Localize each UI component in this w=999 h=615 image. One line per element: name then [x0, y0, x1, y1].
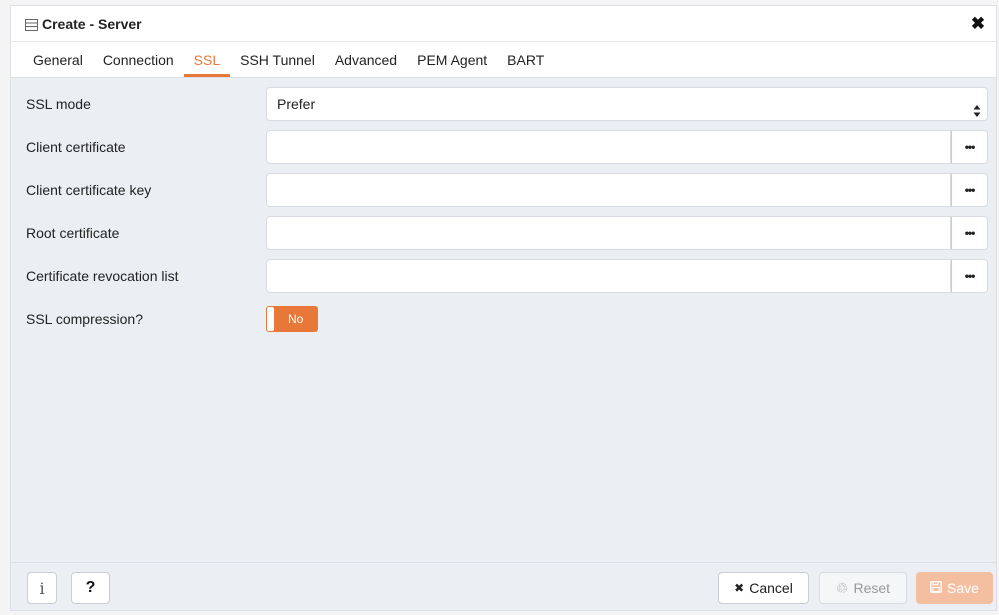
client-certificate-key-input[interactable]	[266, 173, 951, 207]
save-button[interactable]: Save	[916, 572, 993, 604]
recycle-icon: ♲	[835, 579, 849, 596]
dialog-footer: i ? ✖ Cancel ♲ Reset Save	[11, 562, 996, 610]
ssl-mode-row: SSL mode Prefer	[11, 87, 996, 121]
client-certificate-key-browse-button[interactable]: •••	[951, 173, 988, 207]
ellipsis-icon: •••	[964, 183, 976, 197]
tab-ssl[interactable]: SSL	[183, 42, 231, 77]
ssl-compression-value: No	[288, 312, 304, 326]
client-certificate-browse-button[interactable]: •••	[951, 130, 988, 164]
ellipsis-icon: •••	[964, 140, 976, 154]
tab-pem-agent[interactable]: PEM Agent	[407, 42, 497, 77]
client-certificate-key-row: Client certificate key •••	[11, 173, 996, 207]
tab-ssh-tunnel[interactable]: SSH Tunnel	[230, 42, 325, 77]
dialog-titlebar[interactable]: Create - Server ✖	[11, 6, 996, 42]
save-label: Save	[947, 580, 979, 596]
ssl-mode-label: SSL mode	[26, 96, 91, 112]
crl-browse-button[interactable]: •••	[951, 259, 988, 293]
crl-label: Certificate revocation list	[26, 268, 179, 284]
info-icon: i	[39, 578, 45, 598]
tab-advanced[interactable]: Advanced	[325, 42, 407, 77]
root-certificate-row: Root certificate •••	[11, 216, 996, 250]
ellipsis-icon: •••	[964, 226, 976, 240]
info-button[interactable]: i	[27, 572, 57, 604]
ellipsis-icon: •••	[964, 269, 976, 283]
help-button[interactable]: ?	[71, 572, 110, 604]
ssl-mode-value: Prefer	[277, 96, 316, 112]
crl-row: Certificate revocation list •••	[11, 259, 996, 293]
cancel-button[interactable]: ✖ Cancel	[718, 572, 809, 604]
cancel-label: Cancel	[749, 580, 793, 596]
ssl-compression-toggle[interactable]: No	[266, 306, 318, 332]
client-certificate-row: Client certificate •••	[11, 130, 996, 164]
close-icon: ✖	[734, 581, 745, 595]
server-icon	[25, 18, 38, 31]
tab-general[interactable]: General	[23, 42, 93, 77]
help-icon: ?	[85, 579, 96, 596]
root-certificate-browse-button[interactable]: •••	[951, 216, 988, 250]
ssl-mode-select[interactable]: Prefer	[266, 87, 988, 121]
save-icon	[930, 580, 942, 596]
reset-label: Reset	[853, 580, 891, 596]
tab-connection[interactable]: Connection	[93, 42, 184, 77]
dialog-title: Create - Server	[42, 15, 142, 32]
close-icon[interactable]: ✖	[968, 13, 988, 35]
ssl-compression-label: SSL compression?	[26, 311, 143, 327]
client-certificate-label: Client certificate	[26, 139, 126, 155]
crl-input[interactable]	[266, 259, 951, 293]
chevron-up-down-icon	[973, 97, 981, 117]
toggle-knob	[267, 307, 274, 331]
create-server-dialog: Create - Server ✖ General Connection SSL…	[10, 5, 997, 611]
root-certificate-label: Root certificate	[26, 225, 120, 241]
ssl-compression-row: SSL compression? No	[11, 302, 996, 336]
root-certificate-input[interactable]	[266, 216, 951, 250]
client-certificate-input[interactable]	[266, 130, 951, 164]
client-certificate-key-label: Client certificate key	[26, 182, 152, 198]
tab-bar: General Connection SSL SSH Tunnel Advanc…	[11, 42, 996, 78]
tab-bart[interactable]: BART	[497, 42, 554, 77]
reset-button[interactable]: ♲ Reset	[819, 572, 907, 604]
